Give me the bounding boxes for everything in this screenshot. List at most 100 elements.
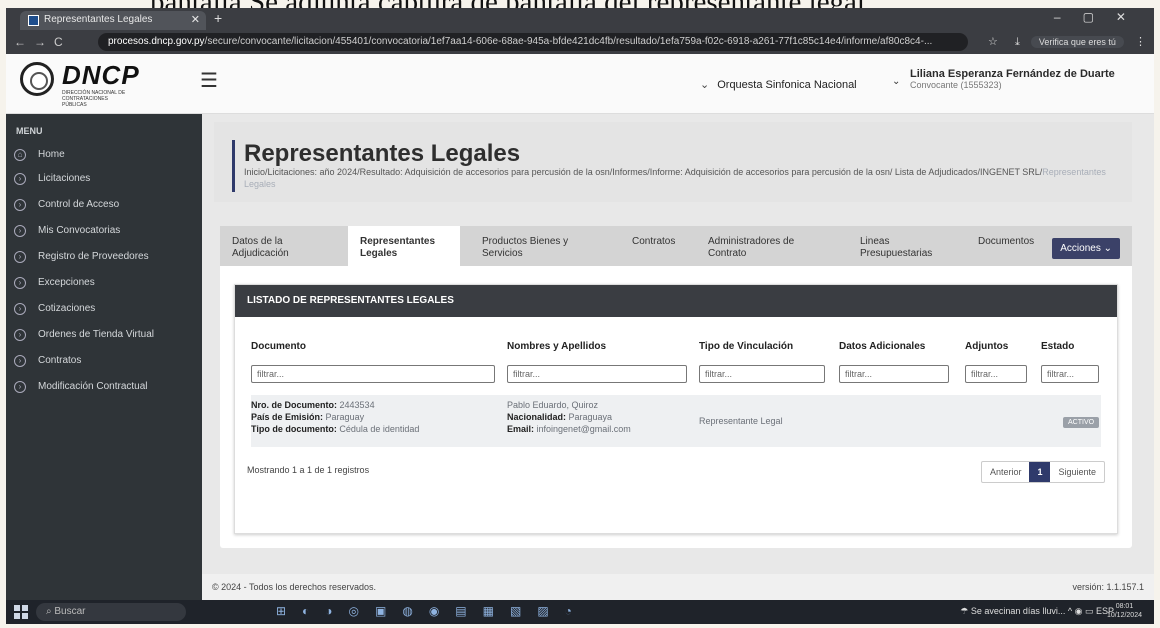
tab-datos-adjudicacion[interactable]: Datos de la Adjudicación bbox=[232, 236, 322, 260]
tab-contratos[interactable]: Contratos bbox=[632, 236, 682, 248]
sidebar-item-label: Control de Acceso bbox=[38, 199, 120, 210]
col-datos-adicionales[interactable]: Datos Adicionales bbox=[839, 341, 925, 352]
cell-vinculacion: Representante Legal bbox=[699, 415, 783, 427]
sidebar-item-registro-proveedores[interactable]: › Registro de Proveedores bbox=[14, 246, 198, 268]
prev-page-button[interactable]: Anterior bbox=[982, 462, 1030, 482]
col-nombres[interactable]: Nombres y Apellidos bbox=[507, 341, 606, 352]
sidebar-item-label: Licitaciones bbox=[38, 173, 91, 184]
representantes-list: LISTADO DE REPRESENTANTES LEGALES Docume… bbox=[234, 284, 1118, 534]
system-tray[interactable]: ☂ Se avecinan días lluvi... ^ ◉ ▭ ESP bbox=[960, 606, 1114, 617]
user-name: Liliana Esperanza Fernández de Duarte bbox=[910, 68, 1115, 80]
app-header: DNCP DIRECCIÓN NACIONAL DE CONTRATACIONE… bbox=[6, 54, 1154, 114]
email-label: Email: bbox=[507, 424, 535, 434]
screenshot: Representantes Legales ✕ + –▢✕ ←→C proce… bbox=[6, 8, 1154, 624]
tab-administradores[interactable]: Administradores de Contrato bbox=[708, 236, 818, 260]
dncp-logo[interactable]: DNCP DIRECCIÓN NACIONAL DE CONTRATACIONE… bbox=[20, 60, 190, 108]
sidebar: MENU ⌂ Home › Licitaciones › Control de Acc… bbox=[6, 114, 202, 574]
copyright: © 2024 - Todos los derechos reservados. bbox=[212, 582, 377, 592]
tab-productos[interactable]: Productos Bienes y Servicios bbox=[482, 236, 582, 260]
sidebar-item-label: Cotizaciones bbox=[38, 303, 96, 314]
pais-value: Paraguay bbox=[325, 412, 365, 422]
filter-nombres[interactable]: filtrar... bbox=[507, 365, 687, 383]
doc-value: 2443534 bbox=[339, 400, 375, 410]
cell-documento: Nro. de Documento: 2443534 País de Emisi… bbox=[251, 399, 419, 435]
filter-documento[interactable]: filtrar... bbox=[251, 365, 495, 383]
tab-documentos[interactable]: Documentos bbox=[978, 236, 1048, 248]
col-estado[interactable]: Estado bbox=[1041, 341, 1074, 352]
star-icon[interactable]: ☆ bbox=[988, 36, 998, 48]
clock-time: 08:01 bbox=[1115, 603, 1134, 610]
sidebar-item-licitaciones[interactable]: › Licitaciones bbox=[14, 168, 198, 190]
page-title: Representantes Legales bbox=[244, 140, 521, 167]
sidebar-item-control-acceso[interactable]: › Control de Acceso bbox=[14, 194, 198, 216]
sidebar-item-home[interactable]: ⌂ Home bbox=[14, 144, 198, 166]
col-vinculacion[interactable]: Tipo de Vinculación bbox=[699, 341, 793, 352]
clock[interactable]: 08:01 10/12/2024 bbox=[1107, 602, 1142, 620]
address-row: ←→C procesos.dncp.gov.py/secure/convocan… bbox=[6, 30, 1154, 54]
filter-adjuntos[interactable]: filtrar... bbox=[965, 365, 1027, 383]
next-page-button[interactable]: Siguiente bbox=[1050, 462, 1104, 482]
taskbar-search-label: Buscar bbox=[54, 606, 86, 617]
doc-label: Nro. de Documento: bbox=[251, 400, 338, 410]
records-info: Mostrando 1 a 1 de 1 registros bbox=[247, 465, 370, 475]
menu-dots-icon[interactable]: ⋮ bbox=[1135, 36, 1146, 48]
home-icon: ⌂ bbox=[14, 149, 26, 161]
pagination: Anterior 1 Siguiente bbox=[980, 461, 1105, 483]
taskbar-search[interactable]: ⌕ Buscar bbox=[36, 603, 186, 621]
url-host: procesos.dncp.gov.py bbox=[108, 36, 205, 47]
window-controls[interactable]: –▢✕ bbox=[1054, 10, 1148, 24]
vinculacion-value: Representante Legal bbox=[699, 416, 783, 426]
page-1-button[interactable]: 1 bbox=[1029, 462, 1051, 482]
hamburger-icon[interactable]: ☰ bbox=[200, 68, 218, 93]
sidebar-item-label: Registro de Proveedores bbox=[38, 251, 149, 262]
sidebar-item-ordenes-tienda[interactable]: › Ordenes de Tienda Virtual bbox=[14, 324, 198, 346]
filter-datos-adicionales[interactable]: filtrar... bbox=[839, 365, 949, 383]
user-menu[interactable]: ⌄ Liliana Esperanza Fernández de Duarte … bbox=[892, 68, 1115, 90]
breadcrumb-path[interactable]: Inicio/Licitaciones: año 2024/Resultado:… bbox=[244, 167, 1042, 177]
sidebar-footer bbox=[6, 574, 202, 600]
filter-estado[interactable]: filtrar... bbox=[1041, 365, 1099, 383]
verify-pill[interactable]: Verifica que eres tú bbox=[1030, 36, 1124, 48]
sidebar-item-label: Modificación Contractual bbox=[38, 381, 148, 392]
nav-arrows-icon[interactable]: ←→C bbox=[14, 35, 71, 49]
sidebar-item-excepciones[interactable]: › Excepciones bbox=[14, 272, 198, 294]
arrow-circle-icon: › bbox=[14, 381, 26, 393]
arrow-circle-icon: › bbox=[14, 277, 26, 289]
title-section: Representantes Legales Inicio/Licitacion… bbox=[214, 122, 1132, 202]
address-bar[interactable]: procesos.dncp.gov.py/secure/convocante/l… bbox=[98, 33, 968, 51]
table-row: Nro. de Documento: 2443534 País de Emisi… bbox=[251, 395, 1101, 447]
sidebar-item-mis-convocatorias[interactable]: › Mis Convocatorias bbox=[14, 220, 198, 242]
close-tab-icon[interactable]: ✕ bbox=[191, 13, 200, 26]
browser-tab[interactable]: Representantes Legales ✕ bbox=[20, 11, 206, 30]
acciones-label: Acciones bbox=[1060, 243, 1101, 254]
sidebar-item-contratos[interactable]: › Contratos bbox=[14, 350, 198, 372]
sidebar-item-modificacion[interactable]: › Modificación Contractual bbox=[14, 376, 198, 398]
arrow-circle-icon: › bbox=[14, 225, 26, 237]
download-icon[interactable]: ⤓ bbox=[1015, 36, 1020, 48]
new-tab-icon[interactable]: + bbox=[214, 10, 222, 26]
tab-lineas[interactable]: Lineas Presupuestarias bbox=[860, 236, 940, 260]
arrow-circle-icon: › bbox=[14, 329, 26, 341]
sidebar-item-label: Excepciones bbox=[38, 277, 95, 288]
tipo-value: Cédula de identidad bbox=[339, 424, 420, 434]
col-documento[interactable]: Documento bbox=[251, 341, 306, 352]
sidebar-item-label: Mis Convocatorias bbox=[38, 225, 121, 236]
org-selector[interactable]: ⌄ Orquesta Sinfonica Nacional bbox=[700, 78, 857, 91]
browser-tabstrip: Representantes Legales ✕ + –▢✕ bbox=[6, 8, 1154, 30]
nac-value: Paraguaya bbox=[568, 412, 613, 422]
os-taskbar: ⌕ Buscar ⊞◐◑◎▣◍◉▤▦▧▨◔ ☂ Se avecinan días… bbox=[6, 600, 1154, 624]
user-role: Convocante (1555323) bbox=[910, 80, 1002, 90]
sidebar-item-cotizaciones[interactable]: › Cotizaciones bbox=[14, 298, 198, 320]
favicon-icon bbox=[28, 15, 39, 26]
scanned-page: pantalla Se adjunta captura de pantalla … bbox=[0, 0, 1160, 628]
weather-text: Se avecinan días lluvi... bbox=[970, 606, 1066, 616]
filter-vinculacion[interactable]: filtrar... bbox=[699, 365, 825, 383]
rep-name: Pablo Eduardo, Quiroz bbox=[507, 400, 599, 410]
tab-representantes[interactable]: Representantes Legales bbox=[348, 226, 460, 266]
col-adjuntos[interactable]: Adjuntos bbox=[965, 341, 1008, 352]
taskbar-app-icons[interactable]: ⊞◐◑◎▣◍◉▤▦▧▨◔ bbox=[276, 604, 588, 618]
acciones-button[interactable]: Acciones ⌄ bbox=[1052, 238, 1120, 259]
windows-start-icon[interactable] bbox=[14, 605, 28, 619]
org-name: Orquesta Sinfonica Nacional bbox=[717, 79, 857, 91]
browser-tab-title: Representantes Legales bbox=[44, 14, 153, 25]
